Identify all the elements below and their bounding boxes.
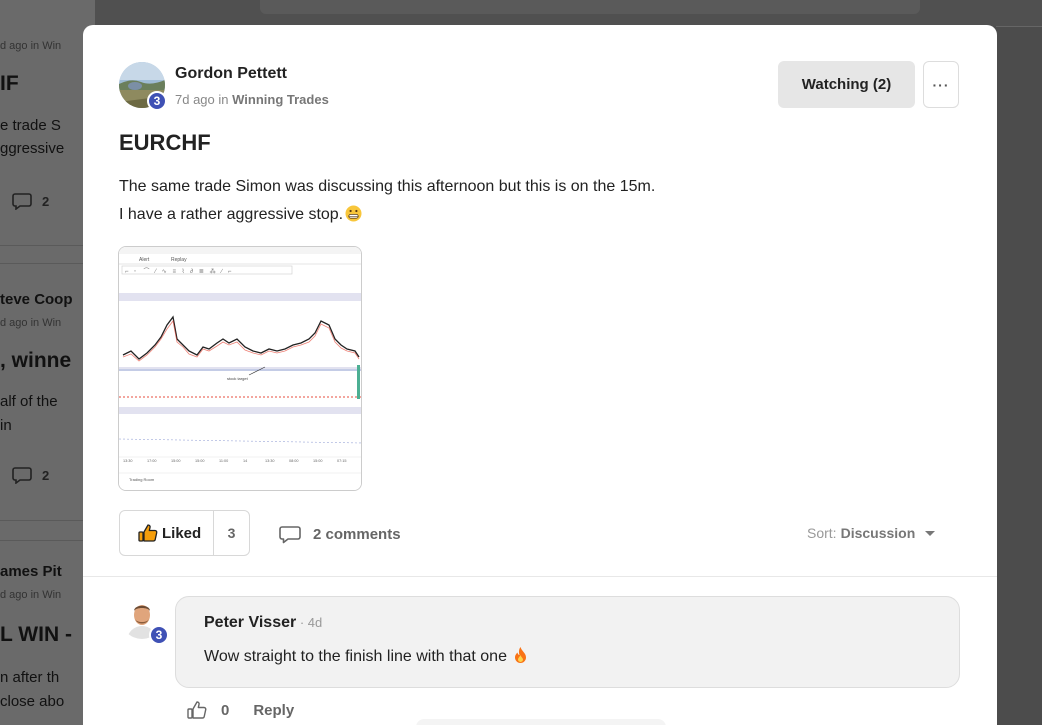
right-backdrop: [996, 26, 1042, 725]
chart-x-tick: 15:00: [313, 459, 323, 463]
comments-count-label: 2 comments: [313, 526, 401, 543]
comment-text-line: Wow straight to the finish line with tha…: [204, 646, 528, 666]
right-divider: [996, 26, 1042, 27]
comment-like-count: 0: [221, 702, 230, 719]
comments-link[interactable]: 2 comments: [279, 525, 401, 544]
feed-card-comments[interactable]: 2: [12, 192, 49, 210]
sort-prefix: Sort:: [807, 525, 837, 541]
feed-card-comments[interactable]: 2: [12, 466, 49, 484]
sort-dropdown[interactable]: Sort: Discussion: [807, 525, 937, 541]
watching-button[interactable]: Watching (2): [778, 61, 915, 108]
section-divider: [83, 576, 997, 577]
comment-time: · 4d: [296, 615, 323, 630]
feed-card-comment-count: 2: [42, 193, 50, 209]
feed-card-line: close abo: [0, 693, 65, 710]
comment-icon: [12, 193, 32, 210]
chart-x-tick: 11:00: [219, 459, 228, 463]
chart-x-tick: 13:30: [265, 459, 275, 463]
feed-separator: [0, 520, 95, 521]
comment-icon: [279, 526, 301, 544]
feed-card-title[interactable]: , winne: [0, 349, 71, 373]
author-name[interactable]: Gordon Pettett: [175, 65, 287, 83]
grimacing-emoji-icon: [345, 205, 362, 222]
chart-x-tick: 13:30: [123, 459, 133, 463]
feed-card-line: ggressive: [0, 140, 65, 157]
comment-author-line: Peter Visser · 4d: [204, 614, 322, 632]
feed-card-author[interactable]: ames Pit: [0, 563, 62, 580]
comment-text: Wow straight to the finish line with tha…: [204, 648, 507, 665]
comment-author[interactable]: Peter Visser: [204, 614, 296, 631]
chart-annotation: stock target: [227, 376, 249, 381]
chart-x-tick: 15:00: [195, 459, 205, 463]
chart-x-tick: 08:00: [289, 459, 299, 463]
feed-card-title[interactable]: L WIN -: [0, 623, 72, 647]
like-button-label: Liked: [120, 511, 214, 555]
comment-icon: [12, 467, 32, 484]
commenter-level-badge: 3: [149, 625, 169, 645]
feed-separator: [0, 245, 95, 246]
thumbs-up-icon: [138, 523, 158, 542]
level-badge: 3: [147, 91, 167, 111]
chart-x-tick: 17:00: [147, 459, 157, 463]
post-title: EURCHF: [119, 130, 211, 155]
top-search-bar: [260, 0, 920, 14]
post-meta: 7d ago in Winning Trades: [175, 92, 329, 107]
feed-card-comment-count: 2: [42, 467, 50, 483]
post-time: 7d ago in: [175, 92, 229, 107]
post-body-line: The same trade Simon was discussing this…: [119, 178, 656, 195]
comment-actions: 0 Reply: [187, 701, 294, 720]
feed-card-title[interactable]: IF: [0, 72, 19, 96]
chart-toolbar-replay: Replay: [171, 257, 187, 263]
chart-x-tick: 15:00: [171, 459, 181, 463]
feed-separator: [0, 540, 95, 541]
feed-card-meta: d ago in Win: [0, 589, 62, 601]
fire-emoji-icon: [515, 647, 527, 663]
feed-separator: [0, 263, 95, 264]
post-modal: 3 Gordon Pettett 7d ago in Winning Trade…: [83, 25, 997, 725]
sort-value: Discussion: [840, 525, 916, 541]
trading-chart-screenshot: Alert Replay ⌐ ╴ ⌒ ⁄ ∿ ≡ ⌇ ∂ ≣ ⁂ ∕ ⌐ sto…: [119, 247, 361, 490]
feed-card-author[interactable]: teve Coop: [0, 291, 73, 308]
like-count[interactable]: 3: [214, 525, 249, 541]
feed-card-line: e trade S: [0, 117, 61, 134]
post-body-line: I have a rather aggressive stop.: [119, 205, 362, 224]
post-body-text: I have a rather aggressive stop.: [119, 206, 344, 223]
more-options-button[interactable]: ···: [923, 61, 959, 108]
feed-card-line: alf of the: [0, 393, 58, 410]
feed-card-line: in: [0, 417, 12, 434]
feed-card-meta: d ago in Win: [0, 40, 62, 52]
chart-x-tick: 07:15: [337, 459, 347, 463]
feed-card-line: n after th: [0, 669, 60, 686]
ellipsis-icon: ···: [932, 76, 950, 93]
chart-x-tick: 14: [243, 459, 247, 463]
bottom-input-shadow: [416, 719, 666, 725]
chart-footer-label: Trading Room: [129, 477, 155, 482]
group-link[interactable]: Winning Trades: [232, 92, 329, 107]
background-feed: d ago in Win IF e trade S ggressive 2 te…: [0, 0, 95, 725]
chart-toolbar-alert: Alert: [139, 257, 150, 263]
chart-image[interactable]: Alert Replay ⌐ ╴ ⌒ ⁄ ∿ ≡ ⌇ ∂ ≣ ⁂ ∕ ⌐ sto…: [118, 246, 362, 491]
reply-button[interactable]: Reply: [253, 702, 294, 719]
thumbs-up-outline-icon[interactable]: [187, 701, 207, 720]
liked-label: Liked: [162, 524, 202, 542]
feed-card-meta: d ago in Win: [0, 317, 62, 329]
like-button[interactable]: Liked 3: [119, 510, 250, 556]
caret-down-icon: [925, 531, 936, 536]
comment-bubble: Peter Visser · 4d Wow straight to the fi…: [175, 596, 960, 688]
